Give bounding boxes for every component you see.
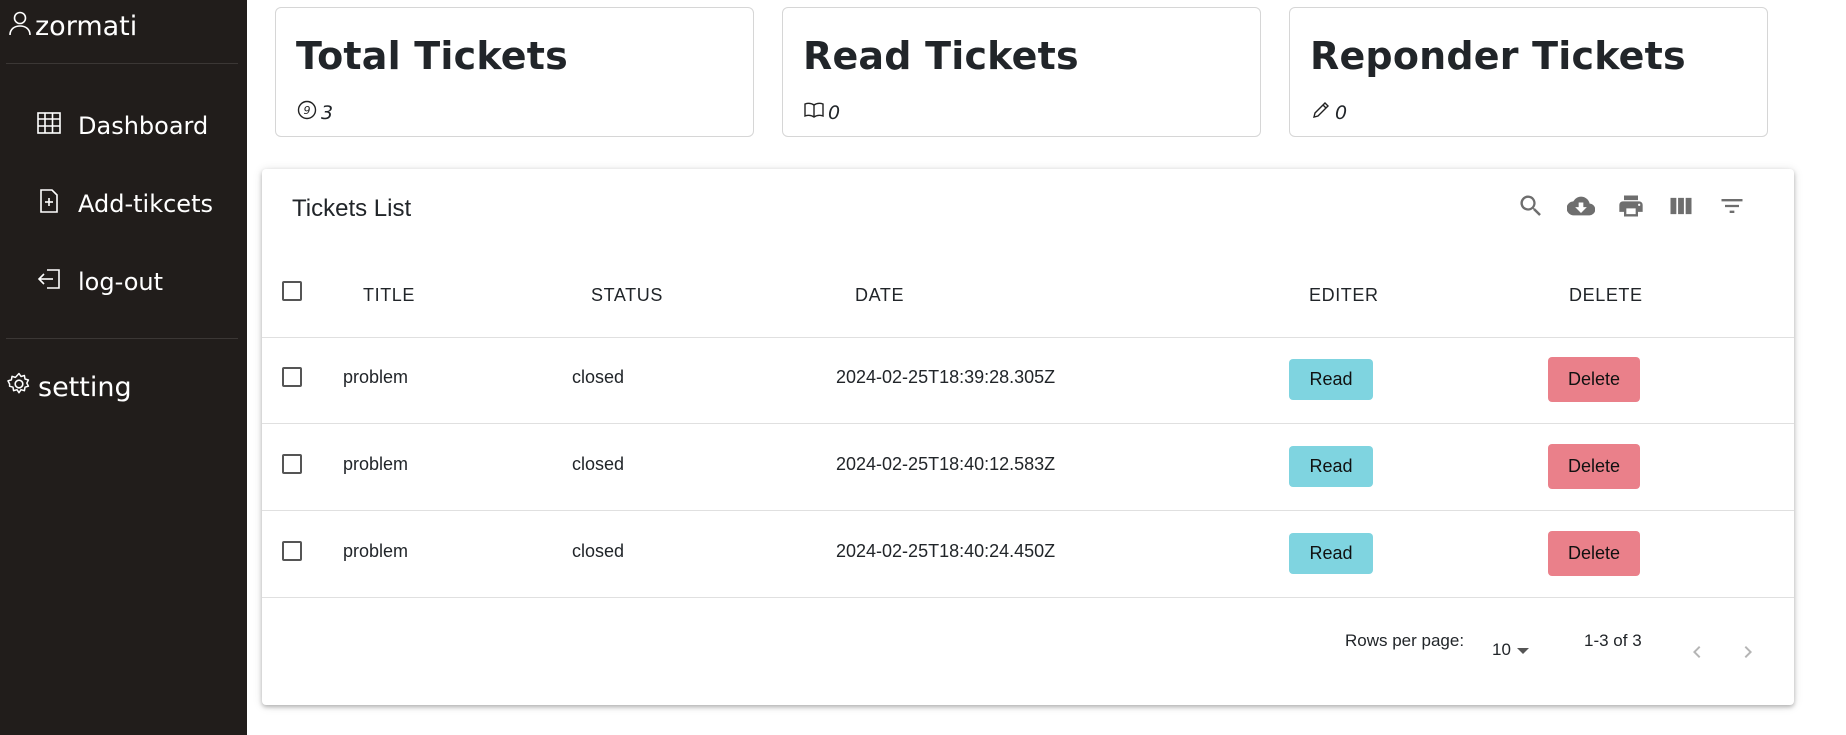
view-columns-icon[interactable] [1666,191,1696,221]
sidebar-divider [6,63,238,64]
read-button[interactable]: Read [1289,533,1373,574]
pagination-range: 1-3 of 3 [1584,631,1642,650]
pencil-icon [1310,100,1332,125]
cell-status: closed [572,454,625,474]
cell-title: problem [343,454,409,474]
cell-title: problem [343,541,409,561]
sidebar-item-label: log-out [78,268,163,296]
rows-per-page-select[interactable]: 10 [1492,640,1529,660]
select-all-checkbox[interactable] [282,281,302,301]
card-value: 0 [828,101,841,124]
rows-per-page-value: 10 [1492,640,1511,659]
previous-page-button[interactable] [1682,637,1712,667]
sidebar-item-dashboard[interactable]: Dashboard [36,110,208,142]
column-header-delete[interactable]: DELETE [1569,285,1643,306]
book-icon [803,100,825,125]
row-divider [262,510,1794,511]
rows-per-page-label: Rows per page: [1345,631,1465,650]
tickets-table-panel: Tickets List TITLE STATUS DATE EDITER DE… [262,169,1794,705]
chevron-right-icon [1744,646,1752,658]
card-value: 0 [1335,101,1348,124]
sidebar-item-log-out[interactable]: log-out [36,266,163,298]
row-checkbox[interactable] [282,367,302,387]
card-read-tickets: Read Tickets 0 [782,7,1261,137]
logout-icon [36,266,62,298]
setting-label: setting [38,372,132,403]
cell-title: problem [343,367,409,387]
delete-button[interactable]: Delete [1548,357,1640,402]
row-divider [262,337,1794,338]
table-icon [36,110,62,142]
cell-date: 2024-02-25T18:39:28.305Z [836,367,1056,387]
sidebar: zormati Dashboard Add-tikcets log-out se… [0,0,247,735]
card-title: Read Tickets [803,34,1079,78]
card-reponder-tickets: Reponder Tickets 0 [1289,7,1768,137]
sidebar-item-setting[interactable]: setting [6,371,132,404]
card-title: Reponder Tickets [1310,34,1686,78]
cell-date: 2024-02-25T18:40:12.583Z [836,454,1056,474]
username: zormati [35,11,138,42]
cell-status: closed [572,367,625,387]
card-stat: 0 [803,100,840,125]
file-plus-icon [36,188,62,220]
delete-button[interactable]: Delete [1548,531,1640,576]
column-header-editer[interactable]: EDITER [1309,285,1379,306]
search-icon[interactable] [1516,191,1546,221]
column-header-date[interactable]: DATE [855,285,904,306]
user-profile[interactable]: zormati [8,10,137,43]
card-title: Total Tickets [296,34,568,78]
delete-button[interactable]: Delete [1548,444,1640,489]
card-stat: 0 [1310,100,1347,125]
row-divider [262,423,1794,424]
row-checkbox[interactable] [282,541,302,561]
row-divider [262,597,1794,598]
column-header-title[interactable]: TITLE [363,285,415,306]
circle-9-icon: 9 [296,100,318,125]
next-page-button[interactable] [1733,637,1763,667]
row-checkbox[interactable] [282,454,302,474]
caret-down-icon [1516,648,1529,654]
sidebar-divider [6,338,238,339]
sidebar-item-add-tickets[interactable]: Add-tikcets [36,188,213,220]
read-button[interactable]: Read [1289,446,1373,487]
sidebar-item-label: Add-tikcets [78,190,213,218]
read-button[interactable]: Read [1289,359,1373,400]
column-header-status[interactable]: STATUS [591,285,663,306]
gear-icon [6,371,32,404]
chevron-left-icon [1693,646,1701,658]
filter-icon[interactable] [1717,191,1747,221]
card-total-tickets: Total Tickets 9 3 [275,7,754,137]
card-value: 3 [321,101,334,124]
sidebar-item-label: Dashboard [78,112,209,140]
cell-date: 2024-02-25T18:40:24.450Z [836,541,1056,561]
cloud-download-icon[interactable] [1566,191,1596,221]
card-stat: 9 3 [296,100,333,125]
print-icon[interactable] [1616,191,1646,221]
table-title: Tickets List [292,195,412,222]
svg-text:9: 9 [304,104,311,117]
cell-status: closed [572,541,625,561]
user-icon [8,10,32,43]
